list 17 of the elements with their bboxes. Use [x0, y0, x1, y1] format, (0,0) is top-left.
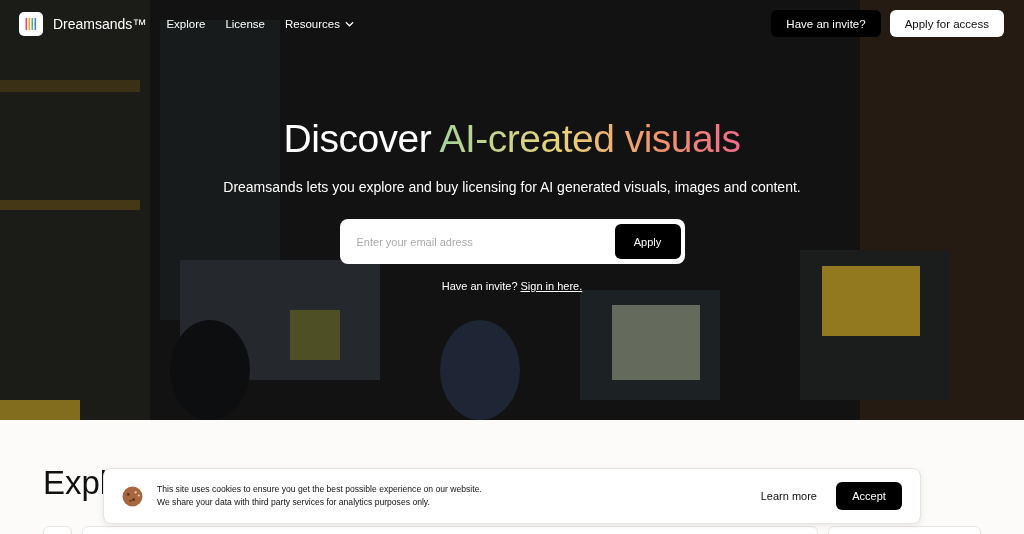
- apply-button[interactable]: Apply: [614, 224, 681, 259]
- nav-link[interactable]: License: [225, 17, 265, 30]
- brand-name[interactable]: Dreamsands™: [53, 15, 147, 32]
- cookie-text: This site uses cookies to ensure you get the best possible experience on our website. We share your data with third party services for analytics purposes only.: [157, 483, 482, 509]
- logo-icon[interactable]: [19, 11, 43, 36]
- email-field[interactable]: Enter your email adress: [354, 234, 615, 249]
- sign-in-link[interactable]: Sign in here.: [520, 280, 583, 292]
- invite-text: Have an invite?: [441, 280, 518, 292]
- nav-link[interactable]: Explore: [166, 17, 206, 30]
- nav-button[interactable]: Apply for access: [889, 10, 1004, 37]
- accept-button[interactable]: Accept: [836, 482, 902, 510]
- nav-button[interactable]: Have an invite?: [771, 10, 881, 37]
- hero-subtitle: Dreamsands lets you explore and buy licensing for AI generated visuals, images and content.: [223, 179, 801, 195]
- learn-more-button[interactable]: Learn more: [753, 484, 824, 508]
- nav-dropdown[interactable]: Resources: [285, 17, 354, 30]
- cookie-icon: [122, 485, 143, 507]
- chevron-down-icon: [345, 20, 354, 27]
